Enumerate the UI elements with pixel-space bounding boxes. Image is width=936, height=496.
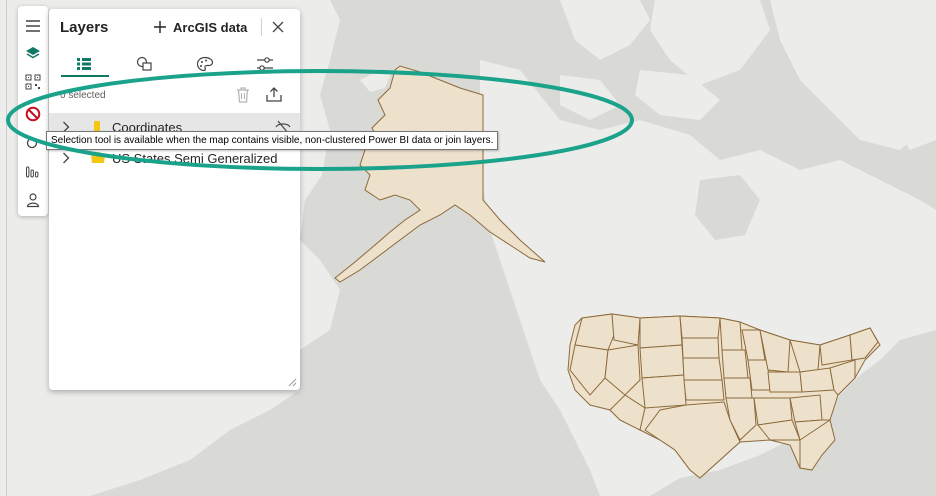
palette-icon: [196, 56, 214, 72]
tab-shapes[interactable]: [122, 51, 168, 77]
expand-chevron-icon[interactable]: [62, 152, 76, 164]
layers-button[interactable]: [21, 41, 45, 65]
sliders-icon: [257, 57, 273, 71]
close-icon: [272, 21, 284, 33]
map-frame: [0, 0, 7, 496]
selection-tool-tooltip: Selection tool is available when the map…: [46, 131, 499, 150]
layers-icon: [26, 47, 40, 59]
search-location-button[interactable]: [21, 132, 45, 156]
add-arcgis-data-button[interactable]: ArcGIS data: [153, 16, 247, 38]
add-data-label: ArcGIS data: [173, 19, 248, 35]
polygon-layer-icon: [90, 151, 106, 165]
panel-title: Layers: [60, 19, 109, 36]
menu-icon: [26, 20, 40, 32]
tab-filter[interactable]: [242, 51, 288, 77]
layer-name: US States Semi Generalized: [112, 150, 278, 166]
selection-disabled-icon: [25, 106, 41, 122]
tool-rail: [18, 6, 48, 216]
resize-grip-icon[interactable]: [287, 377, 297, 387]
selected-count: 0 selected: [60, 90, 106, 101]
analysis-button[interactable]: [21, 160, 45, 184]
qr-grid-icon: [25, 74, 41, 90]
qr-grid-button[interactable]: [21, 70, 45, 94]
menu-button[interactable]: [21, 14, 45, 38]
search-location-icon: [26, 137, 38, 149]
analysis-icon: [26, 166, 39, 178]
export-layer-button[interactable]: [265, 86, 283, 104]
selection-tool-button[interactable]: [21, 102, 45, 126]
tab-layer-list[interactable]: [61, 51, 109, 77]
trash-icon: [237, 87, 249, 103]
shapes-icon: [136, 56, 152, 71]
header-divider: [261, 18, 262, 36]
layers-panel: Layers ArcGIS data 0 selected Coordinate…: [49, 9, 300, 390]
person-icon: [26, 193, 40, 208]
delete-layer-button[interactable]: [235, 86, 253, 104]
person-button[interactable]: [21, 188, 45, 212]
layer-list-icon: [77, 58, 91, 70]
plus-icon: [154, 21, 166, 33]
share-icon: [266, 87, 282, 102]
close-panel-button[interactable]: [268, 17, 288, 37]
tab-style[interactable]: [182, 51, 228, 77]
